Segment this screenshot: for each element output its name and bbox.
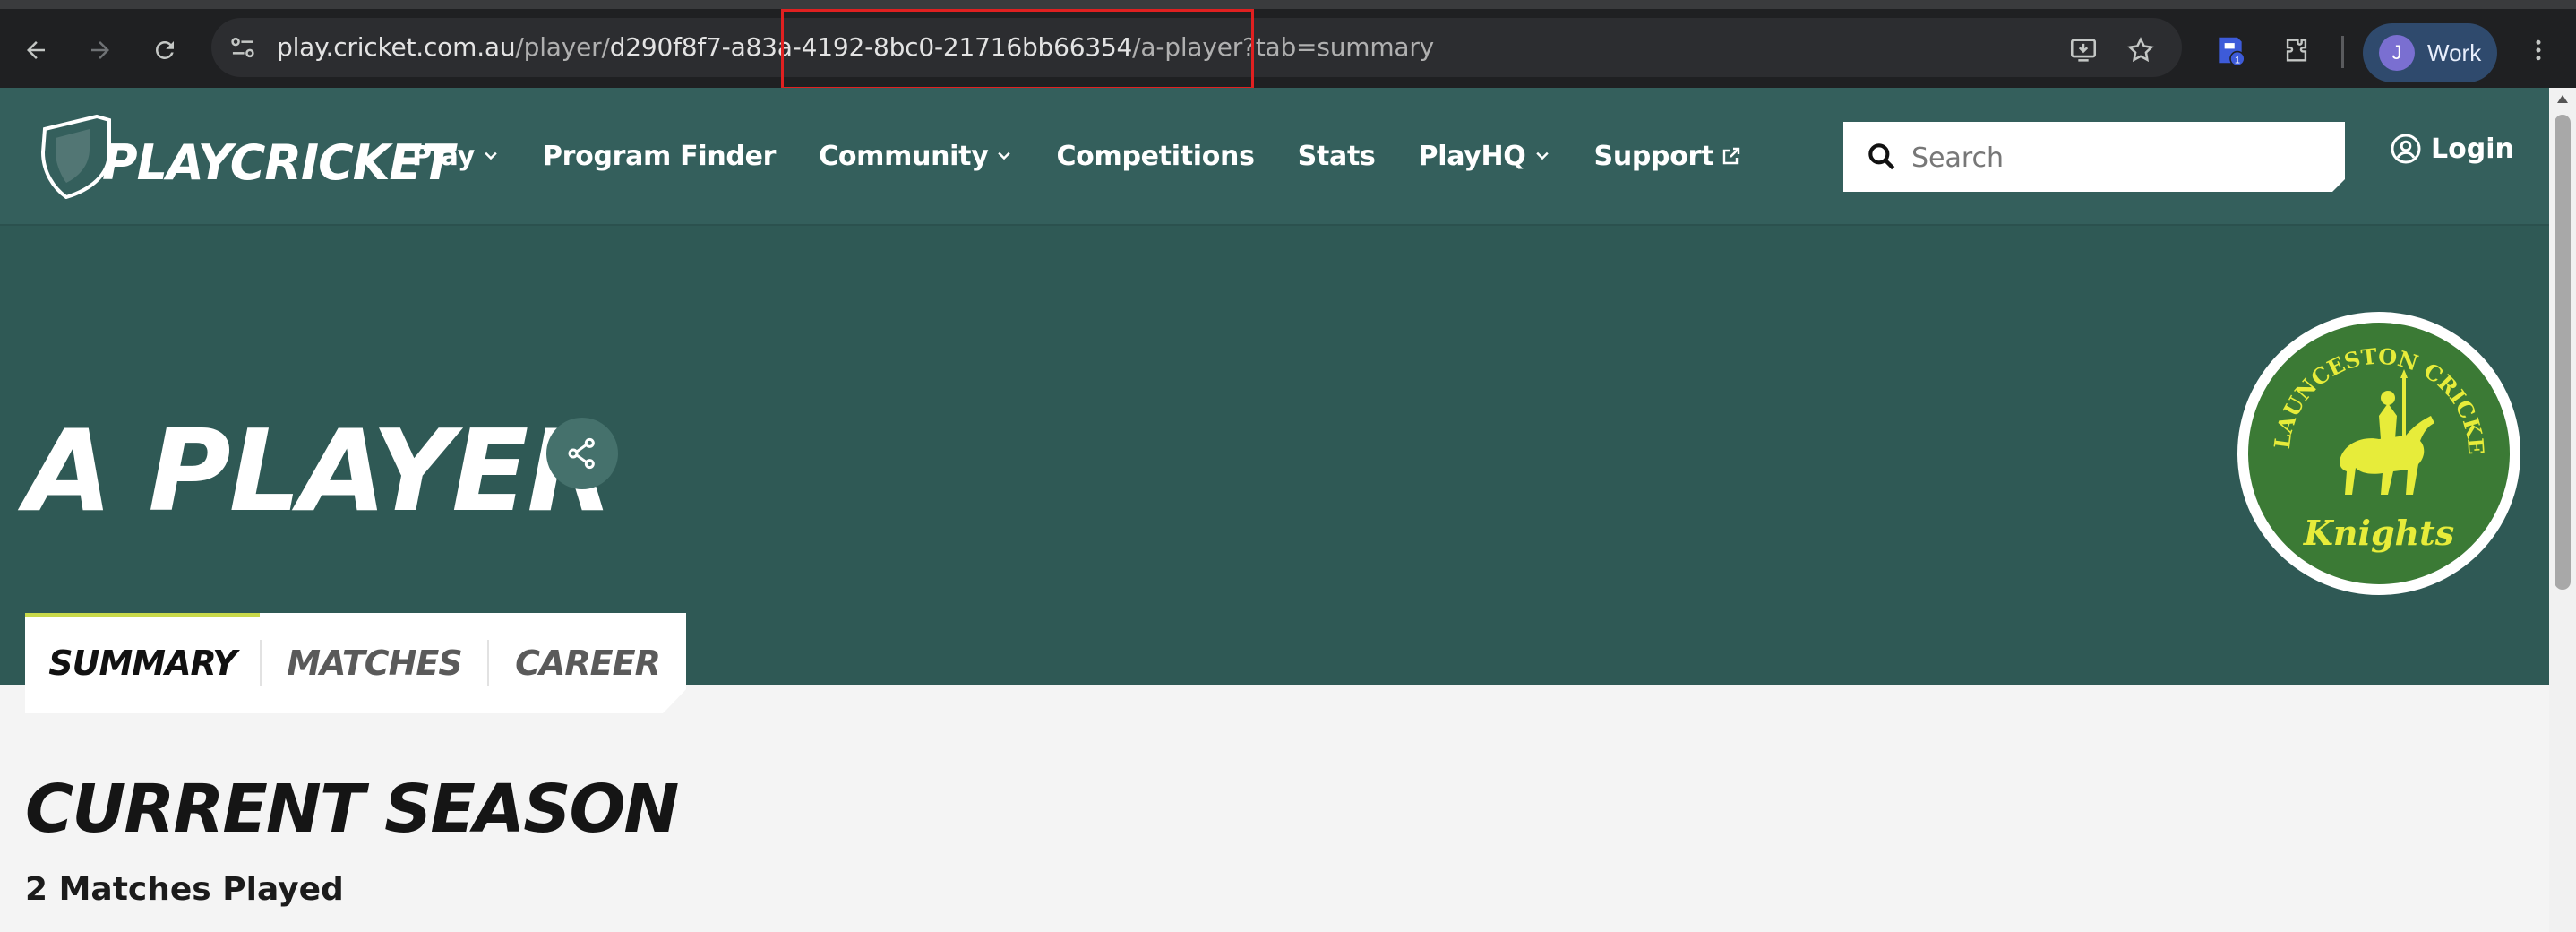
login-label: Login xyxy=(2431,133,2514,165)
tab-matches[interactable]: MATCHES xyxy=(262,613,487,713)
nav-play[interactable]: Play xyxy=(412,141,500,172)
section-title: CURRENT SEASON xyxy=(25,771,679,848)
nav-support[interactable]: Support xyxy=(1594,141,1743,172)
url-id-highlight-box xyxy=(781,9,1254,90)
profile-label: Work xyxy=(2427,39,2482,66)
avatar: J xyxy=(2379,35,2415,71)
chevron-down-icon xyxy=(485,151,497,160)
address-bar[interactable]: play.cricket.com.au/player/d290f8f7-a83a… xyxy=(211,9,2182,90)
svg-text:1: 1 xyxy=(2235,55,2240,65)
nav-community[interactable]: Community xyxy=(819,141,1013,172)
tab-career[interactable]: CAREER xyxy=(489,613,686,713)
main-nav: Play Program Finder Community Competitio… xyxy=(412,88,1785,224)
logo-text: PLAYCRICKET xyxy=(102,134,454,191)
chevron-down-icon xyxy=(1535,151,1549,160)
tab-summary[interactable]: SUMMARY xyxy=(25,613,260,713)
profile-button[interactable]: J Work xyxy=(2363,23,2497,82)
search-icon xyxy=(1868,143,1895,170)
site-header: PLAYCRICKET Play Program Finder Communit… xyxy=(0,88,2549,226)
back-icon[interactable] xyxy=(18,32,54,68)
bookmark-star-icon[interactable] xyxy=(2123,32,2159,68)
matches-played-text: 2 Matches Played xyxy=(25,871,344,908)
toolbar-separator xyxy=(2341,36,2344,68)
player-name: A PLAYER xyxy=(25,405,614,537)
chevron-down-icon xyxy=(998,151,1011,160)
club-badge: SOUTH LAUNCESTON CRICKET CLUB Knights xyxy=(2226,289,2522,597)
scroll-up-icon[interactable] xyxy=(2557,95,2568,103)
share-icon xyxy=(568,437,595,470)
playcricket-logo[interactable]: PLAYCRICKET xyxy=(36,113,454,199)
browser-toolbar: play.cricket.com.au/player/d290f8f7-a83a… xyxy=(0,0,2576,90)
external-link-icon xyxy=(1722,147,1740,165)
site-info-icon[interactable] xyxy=(226,30,260,65)
player-tabs: SUMMARY MATCHES CAREER xyxy=(25,613,686,713)
extension-shield-icon[interactable]: 1 xyxy=(2212,32,2248,68)
menu-kebab-icon[interactable] xyxy=(2520,32,2556,68)
nav-program-finder[interactable]: Program Finder xyxy=(543,141,776,172)
reload-icon[interactable] xyxy=(147,32,183,68)
search-box[interactable] xyxy=(1843,122,2345,192)
login-button[interactable]: Login xyxy=(2390,133,2514,165)
install-app-icon[interactable] xyxy=(2065,32,2101,68)
share-button[interactable] xyxy=(546,418,618,489)
search-input[interactable] xyxy=(1910,122,2325,192)
nav-playhq[interactable]: PlayHQ xyxy=(1419,141,1551,172)
user-circle-icon xyxy=(2391,134,2421,164)
club-badge-motto: Knights xyxy=(2303,513,2454,553)
scroll-thumb[interactable] xyxy=(2555,115,2571,590)
page-scrollbar[interactable] xyxy=(2549,88,2576,932)
nav-stats[interactable]: Stats xyxy=(1298,141,1376,172)
forward-icon[interactable] xyxy=(82,32,118,68)
nav-competitions[interactable]: Competitions xyxy=(1056,141,1254,172)
extensions-puzzle-icon[interactable] xyxy=(2279,32,2314,68)
